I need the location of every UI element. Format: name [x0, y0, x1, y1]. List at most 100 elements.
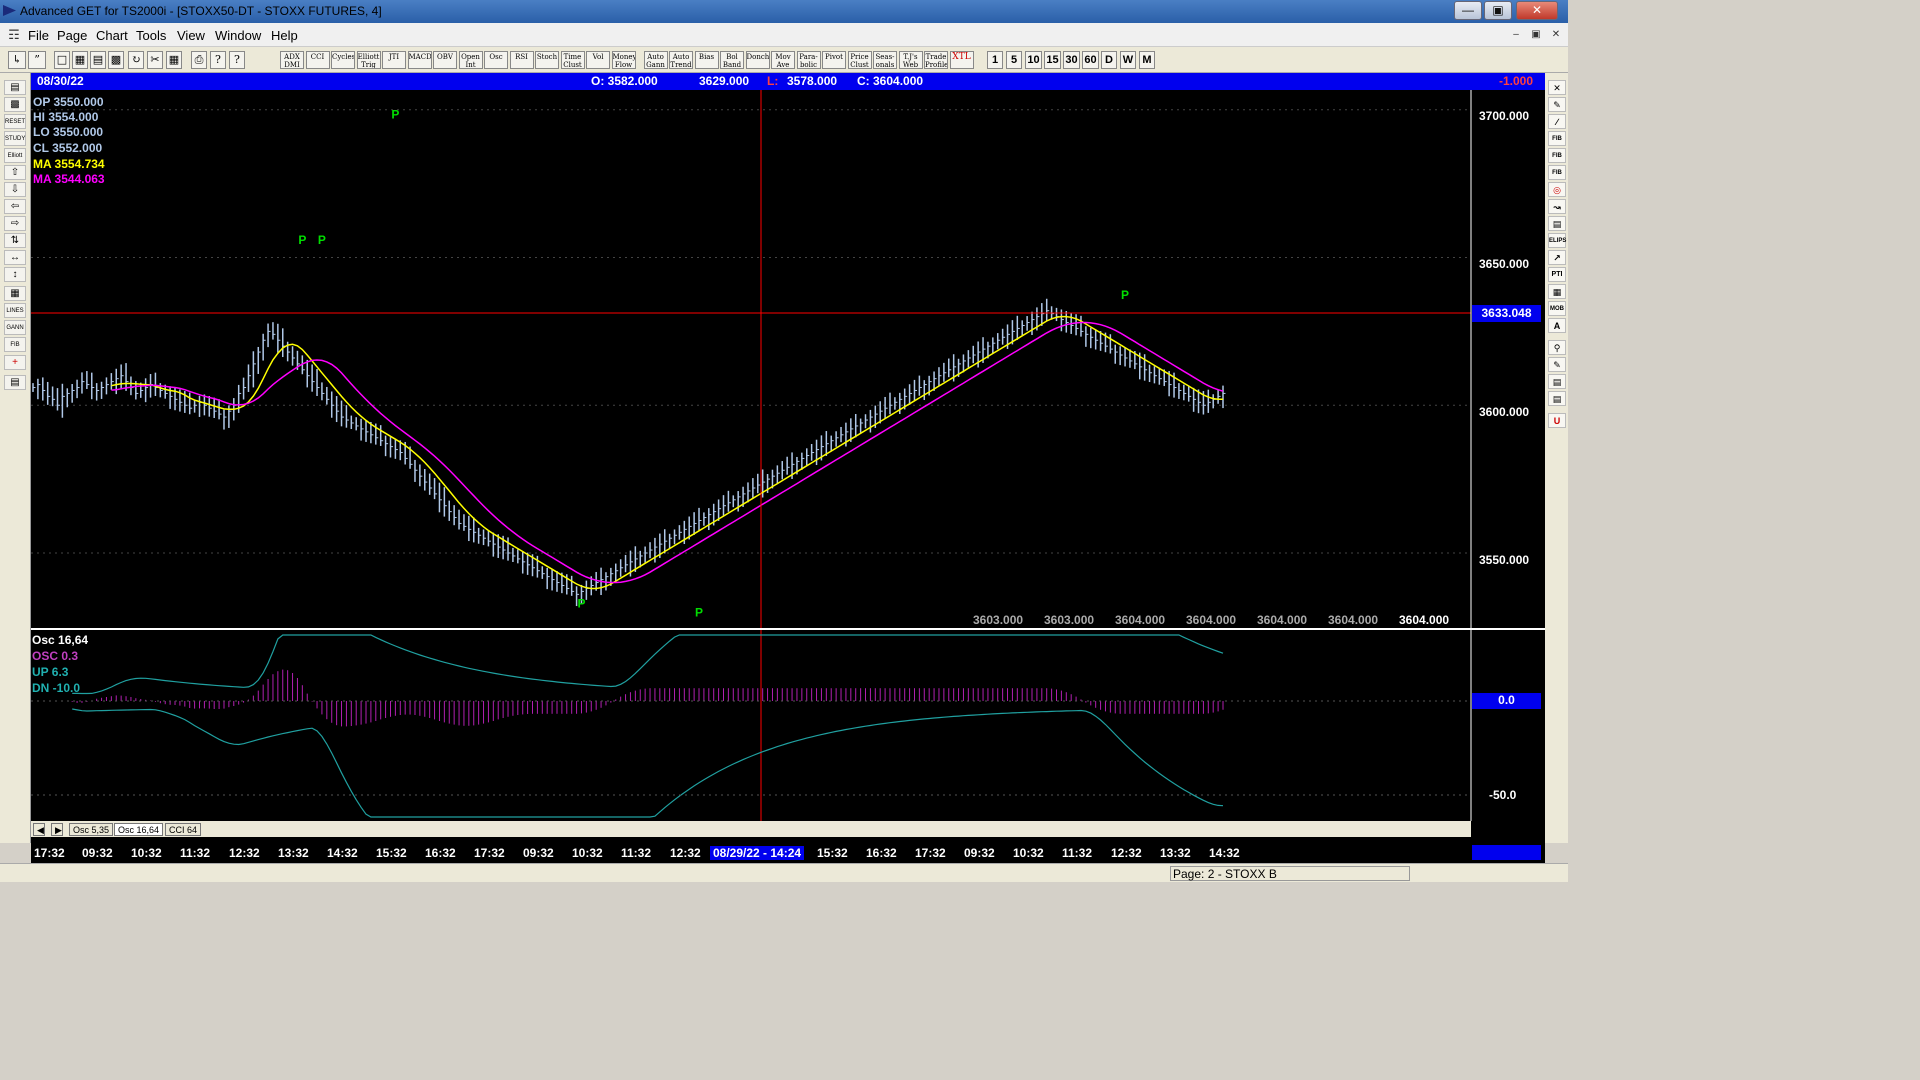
study-btn-9[interactable]: RSI [509, 51, 534, 69]
study-btn-1[interactable]: CCI [305, 51, 330, 69]
study-btn-6[interactable]: OBV [433, 51, 457, 69]
document-icon[interactable]: ☶ [6, 28, 22, 43]
fib-ext-button[interactable]: FIB EXT [1548, 148, 1566, 173]
scale-icon[interactable]: ⇅ [4, 233, 26, 248]
u-tool-button[interactable]: U [1548, 413, 1566, 428]
tab-scroll-right[interactable]: ▶ [51, 823, 63, 836]
grid-icon[interactable]: ▦ [166, 51, 182, 69]
notes-icon[interactable]: ▤ [1548, 391, 1566, 406]
mdi-restore-icon[interactable]: ▣ [1528, 28, 1544, 43]
study-btn-19[interactable]: Mov Ave [771, 51, 795, 69]
study-btn-8[interactable]: Osc [484, 51, 508, 69]
gann-button[interactable]: GANN [4, 320, 26, 335]
study-btn-15[interactable]: Auto Trend [669, 51, 693, 69]
zoom-fit-icon[interactable]: ▩ [4, 97, 26, 112]
tab-scroll-left[interactable]: ◀ [33, 823, 45, 836]
study-btn-5[interactable]: MACD [407, 51, 432, 69]
tab-cci-64[interactable]: CCI 64 [165, 823, 202, 836]
menu-file[interactable]: File [28, 28, 49, 43]
marker-icon[interactable]: ✎ [1548, 357, 1566, 372]
reset-button[interactable]: RESET [4, 114, 26, 129]
study-btn-13[interactable]: Money Flow [611, 51, 636, 69]
study-btn-7[interactable]: Open Int [458, 51, 483, 69]
study-btn-22[interactable]: Price Clust [847, 51, 872, 69]
study-btn-18[interactable]: Donch [745, 51, 770, 69]
menu-tools[interactable]: Tools [136, 28, 166, 43]
fib-time-button[interactable]: FIB TIME [1548, 165, 1566, 190]
channel-icon[interactable]: ▤ [1548, 216, 1566, 231]
crosshair-icon[interactable]: + [4, 355, 26, 370]
close-tool-icon[interactable]: ✕ [1548, 80, 1566, 95]
lines-button[interactable]: LINES [4, 303, 26, 318]
mob-button[interactable]: MOB [1548, 301, 1566, 316]
mdi-close-icon[interactable]: ✕ [1548, 28, 1564, 43]
menu-chart[interactable]: Chart [96, 28, 128, 43]
interval-btn-30[interactable]: 30 [1063, 51, 1080, 69]
interval-btn-M[interactable]: M [1139, 51, 1155, 69]
cut-icon[interactable]: ✂ [147, 51, 163, 69]
study-btn-11[interactable]: Time Clust [560, 51, 585, 69]
ruler-icon[interactable]: ▤ [1548, 374, 1566, 389]
study-btn-10[interactable]: Stoch [535, 51, 559, 69]
interval-btn-D[interactable]: D [1101, 51, 1117, 69]
expand-icon[interactable]: ↕ [4, 267, 26, 282]
fib-ret-button[interactable]: FIB RET [1548, 131, 1566, 156]
menu-window[interactable]: Window [215, 28, 261, 43]
close-button[interactable]: ✕ [1516, 1, 1558, 20]
arrow-up-icon[interactable]: ⇧ [4, 165, 26, 180]
tab-osc-16-64[interactable]: Osc 16,64 [114, 823, 164, 836]
fan-icon[interactable]: ↝ [1548, 199, 1566, 214]
circle-tool-icon[interactable]: ◎ [1548, 182, 1566, 197]
study-btn-3[interactable]: Elliott Trig [356, 51, 381, 69]
study-btn-17[interactable]: Bol Band [720, 51, 744, 69]
interval-btn-1[interactable]: 1 [987, 51, 1003, 69]
quote-icon[interactable]: ” [28, 51, 46, 69]
study-button[interactable]: STUDY [4, 131, 26, 146]
study-btn-20[interactable]: Para-bolic [796, 51, 821, 69]
study-btn-4[interactable]: JTI [382, 51, 406, 69]
pencil-icon[interactable]: ✎ [1548, 97, 1566, 112]
study-btn-12[interactable]: Vol [586, 51, 610, 69]
study-btn-16[interactable]: Bias [694, 51, 719, 69]
study-btn-26[interactable]: XTL [949, 51, 974, 69]
maximize-button[interactable]: ▣ [1484, 1, 1512, 20]
study-btn-2[interactable]: Cycles [331, 51, 355, 69]
arrow-right-icon[interactable]: ⇨ [4, 216, 26, 231]
save-icon[interactable]: ▤ [90, 51, 106, 69]
trend-icon[interactable]: ↗ [1548, 250, 1566, 265]
new-icon[interactable]: □ [54, 51, 70, 69]
menu-help[interactable]: Help [271, 28, 298, 43]
study-btn-23[interactable]: Seas-onals [873, 51, 897, 69]
elliott-button[interactable]: Elliott [4, 148, 26, 163]
copy-icon[interactable]: ▩ [108, 51, 124, 69]
compress-icon[interactable]: ↔ [4, 250, 26, 265]
interval-btn-5[interactable]: 5 [1006, 51, 1022, 69]
price-chart[interactable]: PP PPPP [31, 73, 1545, 843]
mdi-minimize-icon[interactable]: – [1508, 28, 1524, 43]
study-btn-21[interactable]: Pivot [822, 51, 846, 69]
elips-button[interactable]: ELIPS [1548, 233, 1566, 248]
grid-tool-icon[interactable]: ▦ [1548, 284, 1566, 299]
study-btn-25[interactable]: Trade Profile [924, 51, 948, 69]
menu-view[interactable]: View [177, 28, 205, 43]
minimize-button[interactable]: — [1454, 1, 1482, 20]
table-icon[interactable]: ▦ [4, 286, 26, 301]
study-btn-14[interactable]: Auto Gann [643, 51, 668, 69]
refresh-icon[interactable]: ↻ [128, 51, 144, 69]
arrow-down-icon[interactable]: ⇩ [4, 182, 26, 197]
interval-btn-W[interactable]: W [1120, 51, 1136, 69]
study-btn-24[interactable]: T.J's Web [898, 51, 923, 69]
interval-btn-60[interactable]: 60 [1082, 51, 1099, 69]
interval-btn-10[interactable]: 10 [1025, 51, 1042, 69]
chart-area[interactable]: 08/30/22 O: 3582.000 3629.000 L: 3578.00… [31, 73, 1545, 843]
print-icon[interactable]: ⎙ [191, 51, 207, 69]
help-icon[interactable]: ? [229, 51, 245, 69]
arrow-left-icon[interactable]: ⇦ [4, 199, 26, 214]
tab-osc-5-35[interactable]: Osc 5,35 [69, 823, 114, 836]
info-icon[interactable]: ? [210, 51, 226, 69]
pointer-icon[interactable]: ↳ [8, 51, 26, 69]
magnify-icon[interactable]: ⚲ [1548, 340, 1566, 355]
open-icon[interactable]: ▦ [72, 51, 88, 69]
menu-page[interactable]: Page [57, 28, 87, 43]
fib-button[interactable]: FIB [4, 337, 26, 352]
